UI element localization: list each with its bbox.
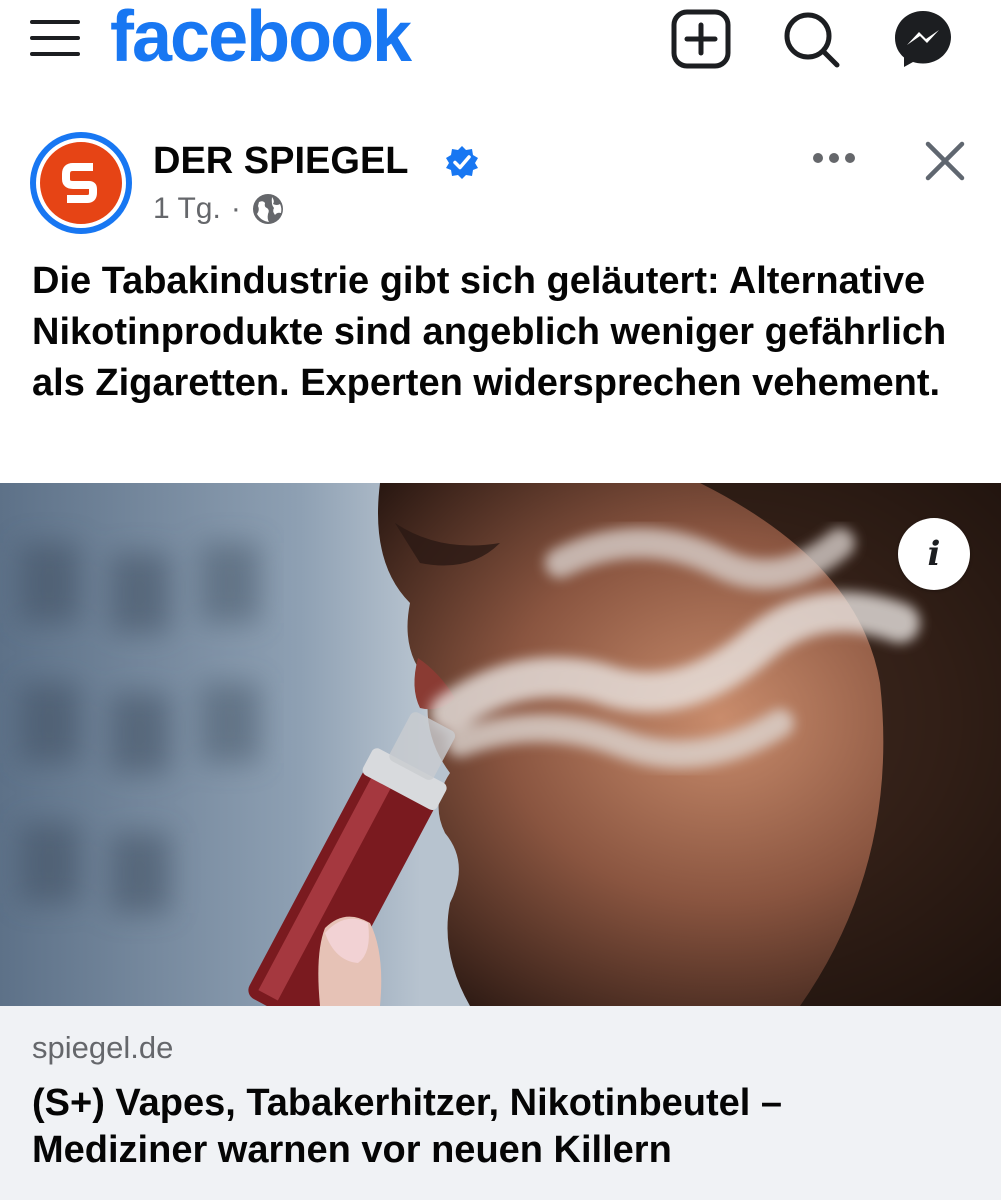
post-image[interactable] (0, 483, 1001, 1006)
globe-icon (252, 194, 283, 224)
more-options-icon[interactable] (808, 140, 860, 176)
messenger-icon[interactable] (892, 8, 954, 70)
link-domain: spiegel.de (32, 1030, 174, 1065)
post-text: Die Tabakindustrie gibt sich geläutert: … (32, 260, 947, 404)
post-meta: 1 Tg. · (153, 192, 285, 226)
page-name[interactable]: DER SPIEGEL (153, 140, 409, 183)
add-icon[interactable] (670, 8, 732, 70)
verified-badge-icon (446, 146, 478, 179)
spiegel-logo-icon (36, 138, 126, 228)
top-bar: facebook (0, 0, 1001, 84)
post-time[interactable]: 1 Tg. (153, 192, 221, 226)
close-icon[interactable] (920, 136, 970, 186)
facebook-logo[interactable]: facebook (110, 0, 412, 78)
menu-icon[interactable] (28, 14, 82, 62)
link-title[interactable]: (S+) Vapes, Tabakerhitzer, Nikotinbeutel… (32, 1080, 962, 1174)
search-icon[interactable] (780, 8, 842, 70)
image-info-icon[interactable]: i (898, 518, 970, 590)
meta-separator: · (230, 192, 241, 225)
avatar[interactable] (30, 132, 132, 234)
